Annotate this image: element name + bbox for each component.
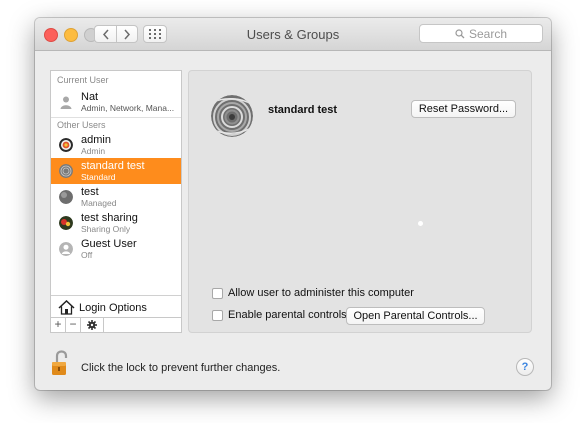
user-name: admin	[81, 134, 111, 146]
search-field[interactable]: Search	[419, 24, 543, 43]
allow-admin-checkbox[interactable]: Allow user to administer this computer	[212, 287, 414, 299]
shell-avatar-icon	[59, 164, 73, 178]
user-full-name: standard test	[268, 104, 338, 116]
user-row-admin[interactable]: admin Admin	[51, 132, 181, 158]
user-row-test[interactable]: test Managed	[51, 184, 181, 210]
user-row-nat[interactable]: Nat Admin, Network, Mana...	[51, 89, 181, 115]
parental-controls-label: Enable parental controls	[228, 309, 347, 321]
user-list-toolbar: + −	[50, 318, 182, 333]
target-avatar-icon	[59, 138, 73, 152]
user-name: Guest User	[81, 238, 137, 250]
user-name: Nat	[81, 91, 99, 103]
user-name: test	[81, 186, 99, 198]
users-groups-window: Users & Groups Search Current User Nat A…	[35, 18, 551, 390]
user-list: Current User Nat Admin, Network, Mana...…	[50, 70, 182, 318]
open-parental-controls-button[interactable]: Open Parental Controls...	[346, 307, 485, 325]
gray-avatar-icon	[59, 190, 73, 204]
spinner-dot	[418, 221, 423, 226]
user-name: test sharing	[81, 212, 138, 224]
user-picture[interactable]	[211, 95, 253, 137]
flower-avatar-icon	[59, 216, 73, 230]
allow-admin-label: Allow user to administer this computer	[228, 287, 414, 299]
reset-password-button[interactable]: Reset Password...	[411, 100, 516, 118]
user-detail-panel: standard test Reset Password... Allow us…	[188, 70, 532, 333]
action-menu-button[interactable]	[81, 318, 104, 332]
user-role: Off	[81, 250, 93, 260]
checkbox-box[interactable]	[212, 287, 223, 299]
search-placeholder: Search	[468, 26, 508, 41]
lock-icon[interactable]	[51, 350, 71, 376]
current-user-header: Current User	[57, 75, 109, 85]
login-options-label: Login Options	[79, 302, 147, 314]
user-row-test-sharing[interactable]: test sharing Sharing Only	[51, 210, 181, 236]
lock-message: Click the lock to prevent further change…	[81, 362, 281, 374]
user-role: Standard	[81, 172, 116, 182]
parental-controls-checkbox[interactable]: Enable parental controls	[212, 309, 347, 321]
user-role: Managed	[81, 198, 117, 208]
search-icon	[455, 28, 465, 38]
help-icon[interactable]: ?	[516, 358, 534, 376]
user-row-guest-user[interactable]: Guest User Off	[51, 236, 181, 262]
user-name: standard test	[81, 160, 145, 172]
user-role: Sharing Only	[81, 224, 131, 234]
user-role: Admin, Network, Mana...	[81, 103, 175, 113]
gear-icon	[87, 320, 97, 330]
title-bar: Users & Groups Search	[35, 18, 551, 51]
section-divider	[51, 117, 181, 118]
user-silhouette-icon	[60, 96, 72, 109]
user-role: Admin	[81, 146, 106, 156]
other-users-header: Other Users	[57, 120, 106, 130]
guest-avatar-icon	[59, 242, 73, 256]
remove-user-button[interactable]: −	[66, 318, 81, 332]
add-user-button[interactable]: +	[51, 318, 66, 332]
checkbox-box[interactable]	[212, 309, 223, 321]
user-row-standard-test[interactable]: standard test Standard	[51, 158, 181, 184]
house-icon	[58, 300, 75, 315]
